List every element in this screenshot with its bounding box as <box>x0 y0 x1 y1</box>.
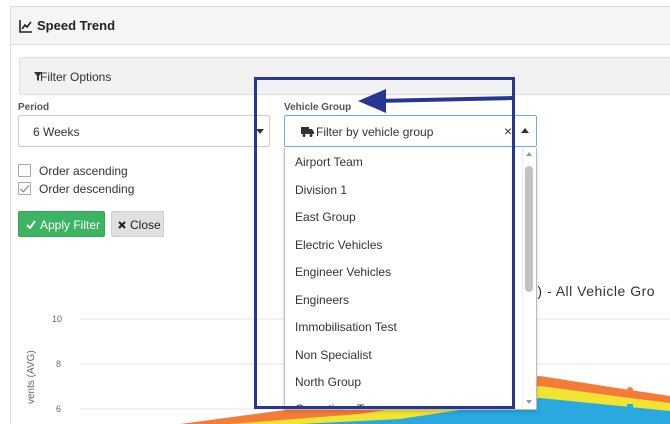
panel-title: Speed Trend <box>37 18 116 33</box>
dropdown-option[interactable]: Operations Team <box>295 402 386 409</box>
panel-header: Speed Trend <box>11 7 670 45</box>
order-descending-label: Order descending <box>39 182 135 196</box>
period-value: 6 Weeks <box>33 125 80 139</box>
dropdown-option[interactable]: Electric Vehicles <box>295 238 382 252</box>
data-point <box>627 387 633 393</box>
filter-options-toggle[interactable]: Filter Options <box>19 57 670 95</box>
close-button[interactable]: Close <box>111 211 164 237</box>
period-select[interactable]: 6 Weeks <box>18 115 270 147</box>
data-point <box>627 404 633 410</box>
period-label: Period <box>18 102 50 113</box>
dropdown-option[interactable]: Non Specialist <box>295 348 372 362</box>
checkmark-icon <box>19 182 30 193</box>
dropdown-option[interactable]: East Group <box>295 210 356 224</box>
dropdown-option[interactable]: Airport Team <box>295 155 363 169</box>
dropdown-option[interactable]: North Group <box>295 375 361 389</box>
vehicle-group-label: Vehicle Group <box>284 102 352 113</box>
vehicle-group-select[interactable]: Filter by vehicle group × <box>284 115 537 147</box>
truck-icon <box>301 127 314 137</box>
close-icon <box>118 221 126 229</box>
order-ascending-label: Order ascending <box>39 164 128 178</box>
order-ascending-checkbox[interactable] <box>18 164 31 177</box>
check-icon <box>26 220 36 229</box>
chevron-down-icon <box>256 129 264 134</box>
filter-options-label: Filter Options <box>40 70 112 84</box>
scroll-down-icon[interactable] <box>526 400 532 404</box>
clear-icon[interactable]: × <box>504 123 512 139</box>
dropdown-option[interactable]: Engineer Vehicles <box>295 265 391 279</box>
close-label: Close <box>130 218 161 232</box>
apply-filter-button[interactable]: Apply Filter <box>18 211 105 237</box>
dropdown-option[interactable]: Division 1 <box>295 183 347 197</box>
chevron-up-icon[interactable] <box>521 128 529 133</box>
scroll-up-icon[interactable] <box>526 152 532 156</box>
scrollbar-thumb[interactable] <box>525 166 533 292</box>
dropdown-option[interactable]: Engineers <box>295 293 349 307</box>
dropdown-option[interactable]: Immobilisation Test <box>295 320 397 334</box>
order-descending-checkbox[interactable] <box>18 182 31 195</box>
line-chart-icon <box>19 20 32 33</box>
chart-title: G) - All Vehicle Gro <box>526 283 656 299</box>
apply-filter-label: Apply Filter <box>40 218 101 232</box>
vehicle-group-dropdown: Airport Team Division 1 East Group Elect… <box>284 148 537 410</box>
vehicle-group-placeholder: Filter by vehicle group <box>316 125 434 139</box>
